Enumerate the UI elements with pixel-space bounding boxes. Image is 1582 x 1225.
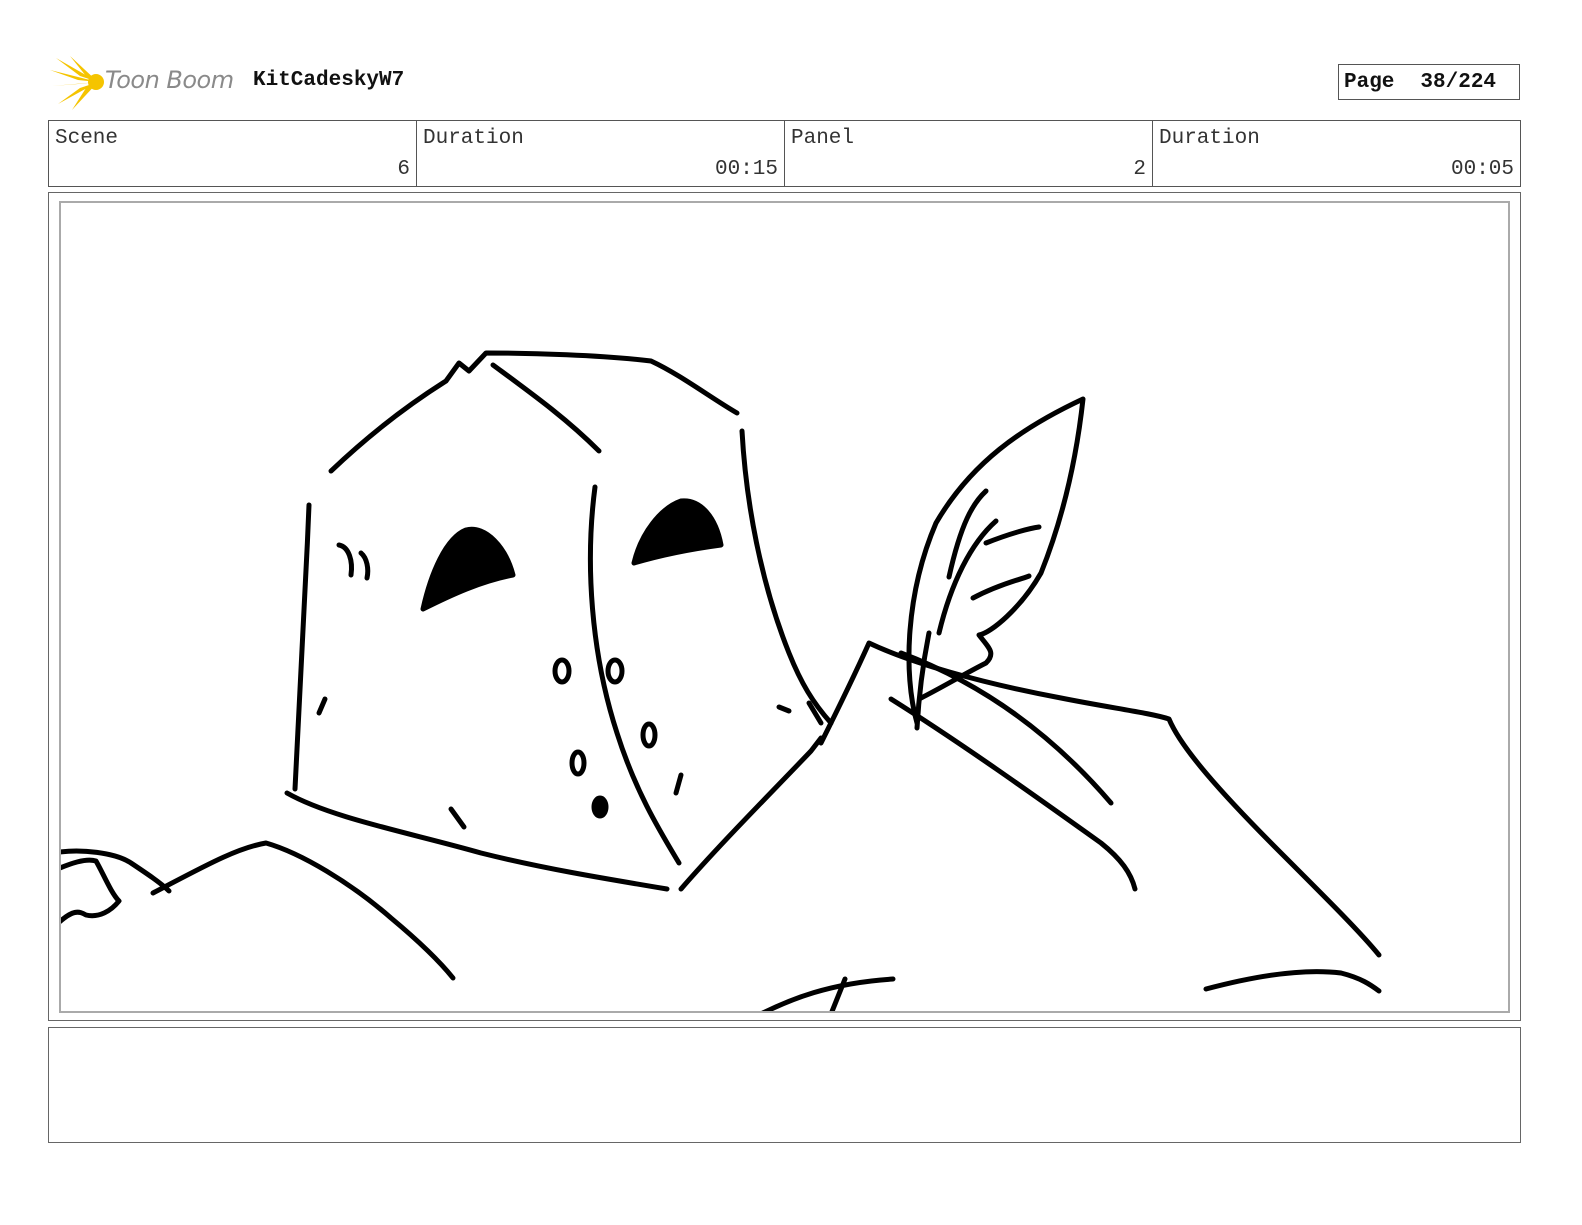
scene-duration-cell: Duration 00:15 [417, 121, 785, 186]
head-left-edge [292, 502, 312, 792]
bottom-stroke [1203, 969, 1382, 994]
feather-quill [914, 630, 932, 731]
body-inner-line [888, 696, 1138, 892]
panel-cell: Panel 2 [785, 121, 1153, 186]
vent-hole [569, 749, 587, 777]
mark [448, 806, 467, 830]
vent-hole [552, 657, 572, 685]
scene-duration-value: 00:15 [714, 158, 778, 181]
head-top-outline [328, 350, 740, 474]
head-bottom-edge [284, 790, 670, 892]
panel-notes [48, 1027, 1521, 1143]
storyboard-panel [59, 201, 1510, 1013]
hand-fingers [61, 857, 122, 924]
mark [336, 542, 354, 578]
toon-boom-logo: Toon Boom [50, 56, 240, 110]
head-top-ridge [490, 362, 602, 454]
head-right-edge [739, 428, 834, 726]
mark [316, 696, 328, 716]
brand-name: Toon Boom [105, 66, 234, 94]
project-title: KitCadeskyW7 [253, 69, 405, 92]
bottom-stroke [761, 976, 896, 1011]
panel-info-table: Scene 6 Duration 00:15 Panel 2 Duration … [48, 120, 1521, 187]
scene-cell: Scene 6 [49, 121, 417, 186]
hand-outline [61, 848, 172, 894]
body-left-slope [678, 735, 824, 892]
scene-duration-label: Duration [423, 127, 524, 150]
storyboard-sketch [61, 350, 1382, 1011]
scene-label: Scene [55, 127, 119, 150]
mark [673, 772, 684, 796]
panel-duration-cell: Duration 00:05 [1153, 121, 1520, 186]
left-eye [420, 526, 516, 612]
panel-label: Panel [791, 127, 855, 150]
feather-vein [983, 524, 1042, 546]
panel-duration-label: Duration [1159, 127, 1260, 150]
left-mound [150, 840, 456, 981]
mark [776, 704, 792, 714]
mark [358, 550, 371, 581]
vent-hole [640, 721, 658, 749]
panel-duration-value: 00:05 [1450, 158, 1514, 181]
feather-vein [970, 573, 1032, 601]
starburst-icon [50, 56, 104, 110]
page-label: Page [1344, 70, 1395, 94]
panel-value: 2 [1133, 158, 1146, 181]
scene-value: 6 [397, 158, 410, 181]
right-eye [631, 498, 724, 566]
vent-hole [591, 795, 609, 819]
page-value: 38/224 [1420, 70, 1497, 94]
page-indicator: Page 38/224 [1338, 64, 1520, 100]
body-right-slope [818, 640, 1382, 958]
vent-hole [605, 657, 625, 685]
feather-outline [906, 396, 1086, 726]
